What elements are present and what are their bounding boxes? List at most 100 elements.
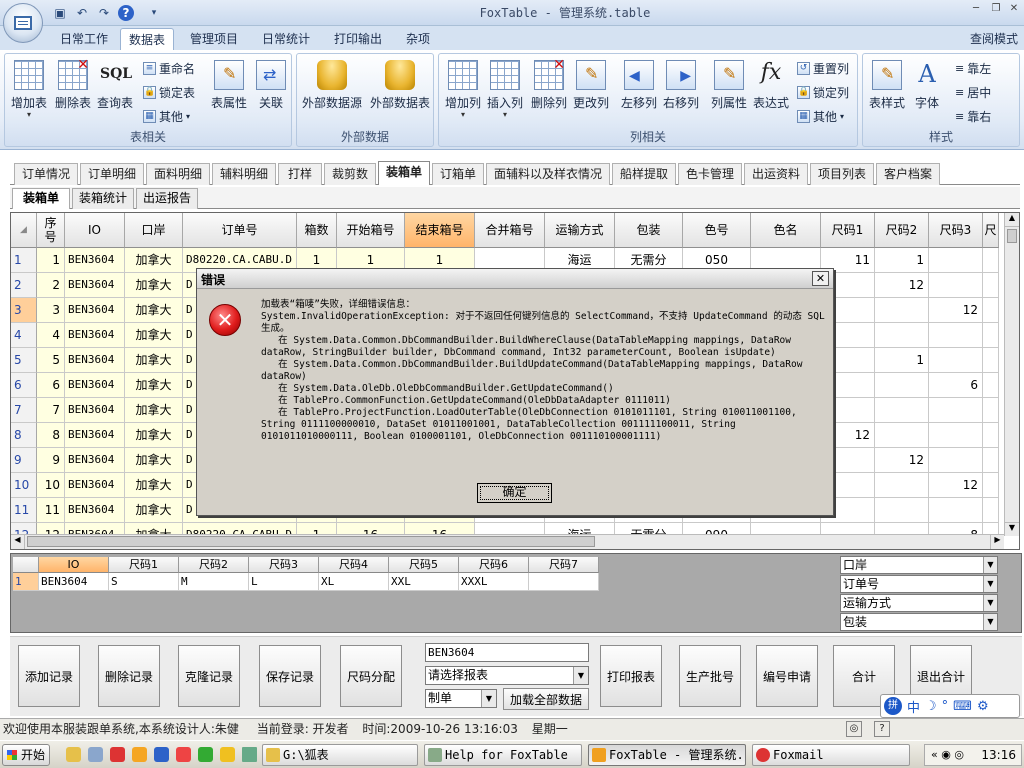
grid-cell[interactable] — [983, 273, 999, 298]
grid-cell[interactable]: 11 — [37, 498, 65, 523]
grid-cell[interactable] — [875, 498, 929, 523]
grid-cell[interactable] — [929, 323, 983, 348]
align-right-button[interactable]: ≡ 靠右 — [955, 106, 991, 126]
save-icon[interactable]: ▣ — [52, 5, 68, 21]
row-header[interactable]: 8 — [11, 423, 37, 448]
grid-cell[interactable]: BEN3604 — [65, 273, 125, 298]
column-header[interactable]: 尺码3 — [929, 213, 983, 248]
grid-cell[interactable]: 12 — [875, 273, 929, 298]
io-input[interactable]: BEN3604 — [425, 643, 589, 662]
filter-port[interactable]: 口岸 ▼ — [840, 556, 998, 574]
column-header[interactable]: 包装 — [615, 213, 683, 248]
size-column-header[interactable]: 尺码6 — [459, 557, 529, 573]
grid-cell[interactable]: 加拿大 — [125, 498, 183, 523]
grid-cell[interactable]: BEN3604 — [65, 498, 125, 523]
size-column-header[interactable]: 尺码4 — [319, 557, 389, 573]
row-header[interactable]: 2 — [11, 273, 37, 298]
grid-cell[interactable]: BEN3604 — [65, 348, 125, 373]
row-header[interactable]: 10 — [11, 473, 37, 498]
grid-cell[interactable] — [983, 498, 999, 523]
external-table-button[interactable]: 外部数据表 — [367, 58, 433, 124]
grid-cell[interactable]: 5 — [37, 348, 65, 373]
column-header[interactable]: 色名 — [751, 213, 821, 248]
task-foxmail[interactable]: Foxmail — [752, 744, 910, 766]
size-cell[interactable]: XXL — [389, 573, 459, 591]
grid-cell[interactable] — [929, 448, 983, 473]
column-header[interactable]: 尺 — [983, 213, 999, 248]
grid-cell[interactable] — [875, 298, 929, 323]
grid-cell[interactable] — [875, 423, 929, 448]
row-header[interactable]: 6 — [11, 373, 37, 398]
grid-cell[interactable]: 12 — [929, 298, 983, 323]
grid-cell[interactable]: 加拿大 — [125, 298, 183, 323]
query-table-button[interactable]: SQL 查询表 — [93, 58, 137, 124]
column-header[interactable]: 序 号 — [37, 213, 65, 248]
grid-cell[interactable] — [983, 473, 999, 498]
size-cell[interactable]: BEN3604 — [39, 573, 109, 591]
column-header[interactable]: 运输方式 — [545, 213, 615, 248]
size-column-header[interactable]: 尺码2 — [179, 557, 249, 573]
grid-cell[interactable]: 12 — [875, 448, 929, 473]
column-header[interactable]: 尺码2 — [875, 213, 929, 248]
grid-cell[interactable] — [875, 473, 929, 498]
relation-button[interactable]: 关联 — [251, 58, 291, 124]
batch-number-button[interactable]: 生产批号 — [679, 645, 741, 707]
document-select[interactable]: 制单 ▼ — [425, 689, 497, 708]
size-row-header[interactable]: 1 — [13, 573, 39, 591]
ie-icon[interactable] — [154, 747, 169, 762]
column-header[interactable]: 箱数 — [297, 213, 337, 248]
grid-cell[interactable] — [929, 248, 983, 273]
row-header[interactable]: 3 — [11, 298, 37, 323]
expression-button[interactable]: fx 表达式 — [749, 58, 793, 124]
filter-packaging[interactable]: 包装 ▼ — [840, 613, 998, 631]
grid-cell[interactable]: 4 — [37, 323, 65, 348]
load-all-button[interactable]: 加载全部数据 — [503, 688, 589, 710]
move-left-button[interactable]: 左移列 — [617, 58, 661, 124]
column-header[interactable]: 色号 — [683, 213, 751, 248]
ribbon-tab-print[interactable]: 打印输出 — [326, 28, 390, 50]
status-app-icon[interactable]: ◎ — [846, 721, 862, 737]
size-grid-corner[interactable] — [13, 557, 39, 573]
column-header[interactable]: IO — [65, 213, 125, 248]
grid-cell[interactable]: 6 — [929, 373, 983, 398]
size-column-header[interactable]: IO — [39, 557, 109, 573]
row-header[interactable]: 11 — [11, 498, 37, 523]
tab-order-status[interactable]: 订单情况 — [14, 163, 78, 185]
change-column-button[interactable]: 更改列 — [569, 58, 613, 124]
grid-cell[interactable]: 加拿大 — [125, 248, 183, 273]
subtab-packing-stats[interactable]: 装箱统计 — [72, 188, 134, 209]
row-header[interactable]: 9 — [11, 448, 37, 473]
grid-cell[interactable]: BEN3604 — [65, 473, 125, 498]
add-table-button[interactable]: 增加表 ▾ — [7, 58, 51, 124]
tab-materials-samples[interactable]: 面辅料以及样衣情况 — [486, 163, 610, 185]
grid-cell[interactable]: 加拿大 — [125, 323, 183, 348]
reset-column-button[interactable]: ↺ 重置列 — [797, 58, 849, 78]
ime-toolbar[interactable]: 拼 中 ☽ ° ⌨ ⚙ — [880, 694, 1020, 718]
delete-record-button[interactable]: 删除记录 — [98, 645, 160, 707]
tab-cut-count[interactable]: 裁剪数 — [324, 163, 376, 185]
subtab-packing-list[interactable]: 装箱单 — [12, 188, 70, 209]
maximize-icon[interactable]: ❐ — [988, 2, 1004, 16]
grid-cell[interactable]: BEN3604 — [65, 423, 125, 448]
grid-cell[interactable]: BEN3604 — [65, 323, 125, 348]
status-help-icon[interactable]: ? — [874, 721, 890, 737]
grid-cell[interactable]: 加拿大 — [125, 273, 183, 298]
size-cell[interactable]: XXXL — [459, 573, 529, 591]
grid-cell[interactable]: 1 — [875, 248, 929, 273]
redo-icon[interactable]: ↷ — [96, 5, 112, 21]
explorer-icon[interactable] — [220, 747, 235, 762]
delete-table-button[interactable]: 删除表 — [51, 57, 95, 124]
filter-order-no[interactable]: 订单号 ▼ — [840, 575, 998, 593]
chat-icon[interactable] — [198, 747, 213, 762]
start-button[interactable]: 开始 — [2, 744, 50, 766]
move-right-button[interactable]: 右移列 — [659, 58, 703, 124]
grid-cell[interactable]: 加拿大 — [125, 348, 183, 373]
tab-fabric-detail[interactable]: 面料明细 — [146, 163, 210, 185]
browser-icon[interactable] — [176, 747, 191, 762]
grid-cell[interactable]: 加拿大 — [125, 373, 183, 398]
grid-cell[interactable] — [929, 423, 983, 448]
tab-project-list[interactable]: 项目列表 — [810, 163, 874, 185]
grid-cell[interactable]: 加拿大 — [125, 423, 183, 448]
qat-dropdown-icon[interactable]: ▾ — [146, 5, 162, 21]
lock-column-button[interactable]: 🔒 锁定列 — [797, 82, 849, 102]
